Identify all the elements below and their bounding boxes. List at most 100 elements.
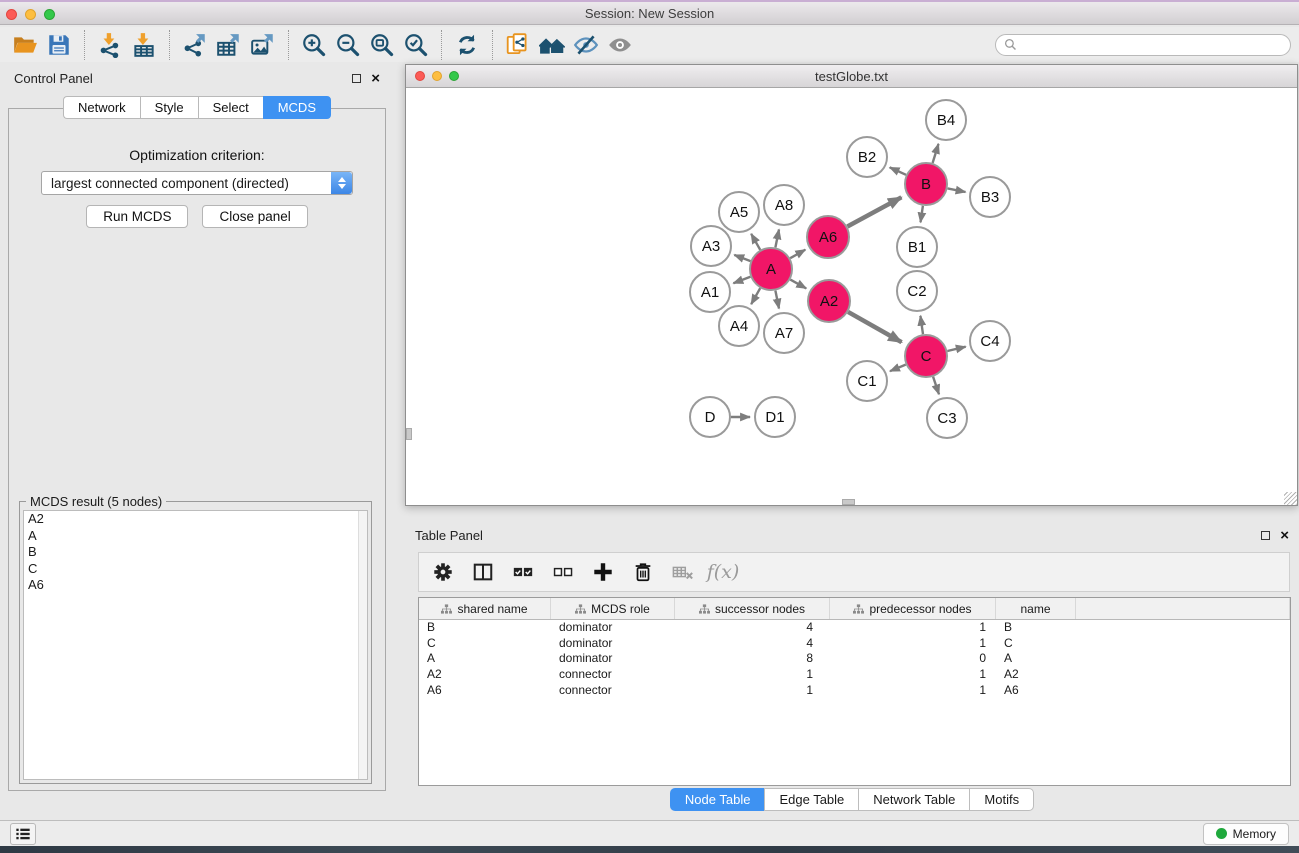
table-row[interactable]: A6connector11A6 [419, 683, 1290, 699]
column-header-name[interactable]: name [996, 598, 1076, 619]
tab-edge-table[interactable]: Edge Table [764, 788, 858, 811]
export-image-icon[interactable] [246, 30, 280, 60]
result-scrollbar[interactable] [358, 511, 367, 779]
node-A[interactable]: A [750, 248, 792, 290]
edge-A-A2[interactable] [790, 280, 806, 289]
gear-icon[interactable] [429, 558, 457, 586]
result-item[interactable]: C [24, 561, 367, 578]
cell[interactable]: 4 [675, 636, 830, 652]
cell[interactable]: dominator [551, 636, 675, 652]
close-panel-button[interactable]: Close panel [202, 205, 307, 228]
edge-A-A5[interactable] [751, 234, 760, 250]
network-window-titlebar[interactable]: testGlobe.txt [406, 65, 1297, 88]
edge-C-C3[interactable] [933, 377, 939, 395]
node-A3[interactable]: A3 [691, 226, 731, 266]
cell[interactable]: 1 [830, 667, 996, 683]
network-close-button[interactable] [415, 71, 425, 81]
edge-A2-C[interactable] [848, 312, 902, 342]
edge-C-C4[interactable] [947, 347, 965, 351]
cell[interactable]: C [419, 636, 551, 652]
horizontal-scroll-thumb[interactable] [842, 499, 855, 505]
cell[interactable]: dominator [551, 620, 675, 636]
cell[interactable]: A [996, 651, 1076, 667]
cell[interactable]: B [419, 620, 551, 636]
optimization-criterion-select[interactable]: largest connected component (directed) [41, 171, 353, 195]
node-A4[interactable]: A4 [719, 306, 759, 346]
edge-B-B2[interactable] [890, 167, 906, 174]
edge-A-A7[interactable] [775, 291, 779, 309]
import-network-icon[interactable] [93, 30, 127, 60]
node-A8[interactable]: A8 [764, 185, 804, 225]
tab-node-table[interactable]: Node Table [670, 788, 765, 811]
node-C3[interactable]: C3 [927, 398, 967, 438]
node-D1[interactable]: D1 [755, 397, 795, 437]
table-row[interactable]: Cdominator41C [419, 636, 1290, 652]
select-all-icon[interactable] [509, 558, 537, 586]
cell[interactable]: A6 [419, 683, 551, 699]
edge-A-A4[interactable] [751, 288, 760, 304]
refresh-icon[interactable] [450, 30, 484, 60]
memory-button[interactable]: Memory [1203, 823, 1289, 845]
edge-B-B3[interactable] [948, 188, 966, 192]
function-builder-icon[interactable]: f(x) [709, 558, 737, 586]
edge-B-B4[interactable] [933, 144, 939, 163]
cell[interactable]: A6 [996, 683, 1076, 699]
column-header-predecessor-nodes[interactable]: predecessor nodes [830, 598, 996, 619]
run-mcds-button[interactable]: Run MCDS [86, 205, 188, 228]
table-close-panel-icon[interactable]: × [1280, 531, 1289, 540]
home-icon[interactable] [535, 30, 569, 60]
node-B1[interactable]: B1 [897, 227, 937, 267]
node-B4[interactable]: B4 [926, 100, 966, 140]
network-canvas[interactable]: B4B2BB3A8A5A6A3B1AA1C2A2A4A7C4CC1C3DD1 [406, 88, 1297, 505]
delete-table-icon[interactable] [669, 558, 697, 586]
column-header-successor-nodes[interactable]: successor nodes [675, 598, 830, 619]
tab-network-table[interactable]: Network Table [858, 788, 969, 811]
result-item[interactable]: A [24, 528, 367, 545]
zoom-fit-icon[interactable] [365, 30, 399, 60]
node-C4[interactable]: C4 [970, 321, 1010, 361]
columns-icon[interactable] [469, 558, 497, 586]
vertical-scroll-thumb[interactable] [406, 428, 412, 440]
result-item[interactable]: A2 [24, 511, 367, 528]
edge-A-A6[interactable] [790, 250, 805, 259]
tab-style[interactable]: Style [140, 96, 198, 119]
cell[interactable]: connector [551, 683, 675, 699]
close-panel-icon[interactable]: × [371, 74, 380, 83]
task-history-button[interactable] [10, 823, 36, 845]
tab-mcds[interactable]: MCDS [263, 96, 331, 119]
table-row[interactable]: A2connector11A2 [419, 667, 1290, 683]
edge-A-A8[interactable] [775, 230, 779, 248]
edge-C-C2[interactable] [920, 316, 923, 334]
result-item[interactable]: A6 [24, 577, 367, 594]
search-input[interactable] [1022, 38, 1282, 52]
cell[interactable]: A2 [419, 667, 551, 683]
network-minimize-button[interactable] [432, 71, 442, 81]
open-session-icon[interactable] [8, 30, 42, 60]
cell[interactable]: 1 [675, 667, 830, 683]
column-header-shared-name[interactable]: shared name [419, 598, 551, 619]
node-D[interactable]: D [690, 397, 730, 437]
node-C1[interactable]: C1 [847, 361, 887, 401]
network-zoom-button[interactable] [449, 71, 459, 81]
cell[interactable]: 1 [830, 620, 996, 636]
node-A7[interactable]: A7 [764, 313, 804, 353]
edge-A-A1[interactable] [733, 277, 750, 283]
float-panel-icon[interactable] [352, 74, 361, 83]
tab-network[interactable]: Network [63, 96, 140, 119]
add-column-icon[interactable] [589, 558, 617, 586]
zoom-in-icon[interactable] [297, 30, 331, 60]
cell[interactable]: 8 [675, 651, 830, 667]
save-session-icon[interactable] [42, 30, 76, 60]
export-table-icon[interactable] [212, 30, 246, 60]
edge-A-A3[interactable] [734, 255, 750, 261]
cell[interactable]: 1 [675, 683, 830, 699]
node-A1[interactable]: A1 [690, 272, 730, 312]
node-A6[interactable]: A6 [807, 216, 849, 258]
import-table-icon[interactable] [127, 30, 161, 60]
node-B2[interactable]: B2 [847, 137, 887, 177]
cell[interactable]: A [419, 651, 551, 667]
zoom-selected-icon[interactable] [399, 30, 433, 60]
cell[interactable]: A2 [996, 667, 1076, 683]
table-row[interactable]: Bdominator41B [419, 620, 1290, 636]
tab-select[interactable]: Select [198, 96, 263, 119]
